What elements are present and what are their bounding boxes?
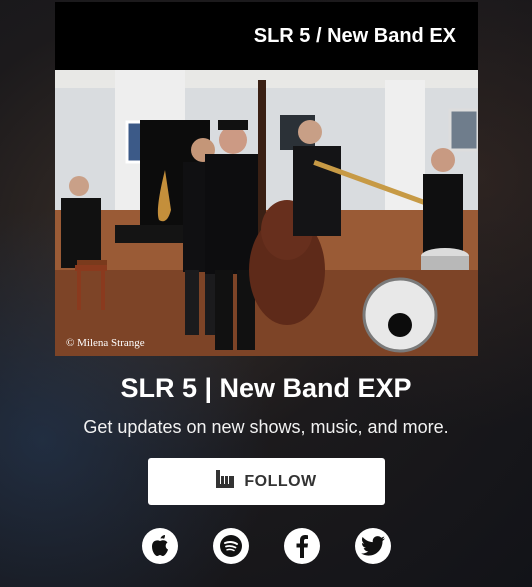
subscribe-description: Get updates on new shows, music, and mor… [83,417,449,437]
follow-button[interactable]: FOLLOW [148,458,385,505]
card-title: SLR 5 / New Band EX [253,24,456,47]
apple-icon [151,535,168,557]
photo-credit: © Milena Strange [66,337,145,349]
apple-music-link[interactable] [141,528,178,564]
artist-name: SLR 5 | New Band EXP [120,373,412,403]
bandsintown-icon [216,470,235,493]
social-links [0,528,532,564]
spotify-icon [219,535,242,557]
band-photo: © Milena Strange [55,70,478,356]
facebook-icon [296,535,308,558]
facebook-link[interactable] [283,528,320,564]
spotify-link[interactable] [212,528,249,564]
artist-card: SLR 5 / New Band EX © Milena Strange [55,2,478,356]
band-photo-illustration [55,70,478,356]
twitter-icon [360,536,385,556]
follow-label: FOLLOW [244,472,317,490]
twitter-link[interactable] [354,528,391,564]
